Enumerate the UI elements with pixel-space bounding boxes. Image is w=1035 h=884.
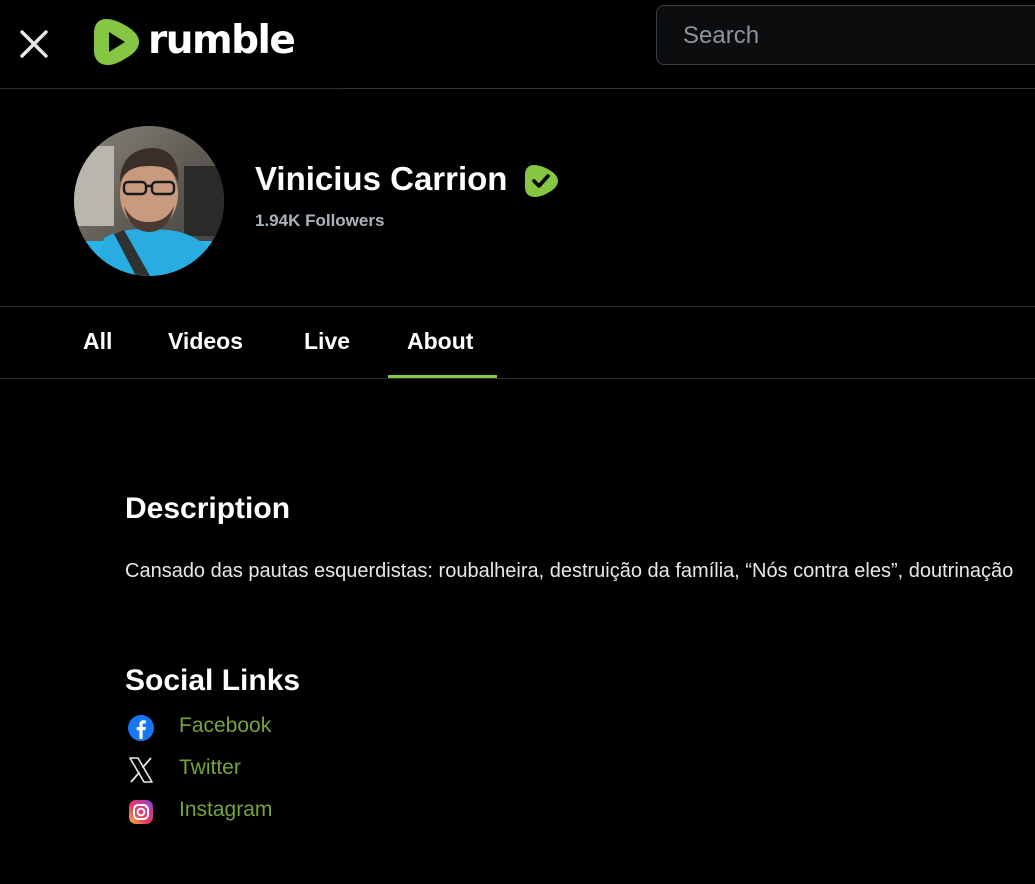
- top-bar-divider-right: [342, 88, 1035, 89]
- search-box[interactable]: [656, 5, 1035, 65]
- close-icon: [20, 30, 48, 58]
- social-links-heading: Social Links: [125, 664, 301, 697]
- top-bar-divider: [0, 88, 342, 89]
- channel-avatar[interactable]: [74, 126, 224, 276]
- instagram-icon: [129, 800, 153, 824]
- description-heading: Description: [125, 492, 291, 525]
- verified-badge-icon: [525, 165, 558, 197]
- logo-wordmark: rumble: [148, 17, 296, 63]
- tab-all[interactable]: All: [83, 328, 112, 355]
- social-link-label: Facebook: [179, 714, 272, 737]
- search-input[interactable]: [681, 20, 1025, 52]
- facebook-icon: [128, 715, 154, 741]
- tab-about[interactable]: About: [407, 328, 473, 355]
- social-link-label: Twitter: [179, 756, 241, 779]
- x-twitter-icon: [129, 757, 153, 783]
- channel-description: Cansado das pautas esquerdistas: roubalh…: [125, 560, 1014, 582]
- tabs-divider-top: [0, 306, 1035, 307]
- top-bar: rumble: [0, 0, 1035, 88]
- social-link-facebook[interactable]: Facebook: [126, 712, 426, 742]
- social-link-instagram[interactable]: Instagram: [126, 796, 426, 826]
- social-link-label: Instagram: [179, 798, 273, 821]
- channel-name: Vinicius Carrion: [255, 160, 508, 197]
- rumble-logo[interactable]: rumble: [92, 17, 296, 67]
- tab-live[interactable]: Live: [304, 328, 350, 355]
- tab-videos[interactable]: Videos: [168, 328, 243, 355]
- channel-page: rumble Search Vinicius Carrion 1.94K Fol…: [0, 0, 1035, 884]
- tabs-divider-bottom: [0, 378, 1035, 379]
- rumble-play-icon: [94, 19, 139, 65]
- avatar-photo: [74, 126, 224, 276]
- social-link-twitter[interactable]: Twitter: [126, 754, 426, 784]
- followers-count: 1.94K Followers: [255, 211, 385, 230]
- close-button[interactable]: [14, 24, 54, 64]
